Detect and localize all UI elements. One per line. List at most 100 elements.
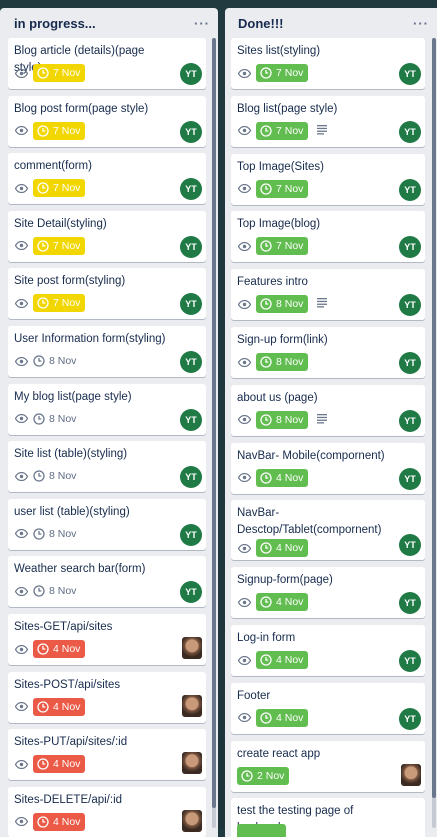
due-date-badge[interactable]: 7 Nov (33, 236, 86, 255)
card[interactable]: NavBar-Desctop/Tablet(compornent) 4 Nov YT (231, 500, 425, 561)
card[interactable]: test the testing page of backend (231, 798, 425, 837)
avatar[interactable]: YT (399, 352, 421, 374)
card[interactable]: about us (page) 8 Nov YT (231, 384, 425, 436)
list-header[interactable]: Done!!! ··· (225, 8, 437, 38)
card[interactable]: Site Detail(styling) 7 Nov YT (8, 210, 206, 262)
due-date-badge[interactable]: 8 Nov (256, 353, 309, 371)
due-date-badge[interactable]: 7 Nov (33, 294, 86, 313)
avatar-photo[interactable] (182, 637, 202, 659)
card[interactable]: user list (table)(styling) 8 Nov YT (8, 498, 206, 550)
due-date-badge[interactable]: 8 Nov (33, 410, 81, 428)
list-title[interactable]: Done!!! (238, 16, 284, 31)
card-badges: 8 Nov (14, 467, 87, 485)
due-date-badge[interactable]: 4 Nov (256, 593, 309, 612)
avatar[interactable]: YT (180, 235, 202, 258)
due-date-badge[interactable]: 7 Nov (256, 237, 309, 256)
card[interactable]: Signup-form(page) 4 Nov YT (231, 567, 425, 619)
card[interactable]: Site post form(styling) 7 Nov YT (8, 268, 206, 320)
due-date-badge[interactable]: 4 Nov (33, 697, 86, 716)
due-date-badge[interactable]: 8 Nov (33, 582, 81, 600)
avatar[interactable]: YT (399, 120, 421, 143)
due-date-badge[interactable]: 8 Nov (33, 525, 81, 543)
card[interactable]: Footer 4 Nov YT (231, 682, 425, 734)
card[interactable]: User Information form(styling) 8 Nov YT (8, 326, 206, 377)
card[interactable]: Blog post form(page style) 7 Nov YT (8, 95, 206, 147)
card[interactable]: Sites-GET/api/sites 4 Nov (8, 614, 206, 665)
avatar[interactable]: YT (399, 409, 421, 432)
avatar[interactable]: YT (180, 466, 202, 489)
avatar[interactable]: YT (399, 592, 421, 615)
avatar[interactable]: YT (180, 178, 202, 201)
avatar[interactable]: YT (180, 351, 202, 373)
card[interactable]: comment(form) 7 Nov YT (8, 153, 206, 205)
avatar-photo[interactable] (182, 694, 202, 717)
card[interactable]: Features intro 8 Nov YT (231, 269, 425, 321)
list-title[interactable]: in progress... (14, 16, 96, 31)
card-badges (237, 824, 292, 837)
avatar[interactable]: YT (399, 707, 421, 730)
list-in-progress: in progress... ··· Blog article (details… (0, 8, 218, 837)
avatar-photo[interactable] (182, 752, 202, 775)
more-icon[interactable]: ··· (194, 16, 210, 31)
avatar[interactable]: YT (399, 236, 421, 259)
avatar[interactable]: YT (399, 534, 421, 557)
due-date-badge[interactable]: 8 Nov (33, 467, 81, 485)
avatar[interactable]: YT (180, 63, 202, 85)
due-date-badge[interactable]: 7 Nov (33, 64, 86, 82)
due-date-badge[interactable]: 8 Nov (256, 295, 309, 314)
card-badges: 8 Nov (237, 410, 328, 429)
avatar[interactable]: YT (180, 293, 202, 316)
eye-icon (14, 352, 28, 370)
due-date-label: 8 Nov (276, 413, 304, 426)
card[interactable]: Blog list(page style) 7 Nov YT (231, 95, 425, 147)
list-header[interactable]: in progress... ··· (0, 8, 218, 38)
avatar[interactable]: YT (180, 120, 202, 143)
avatar[interactable]: YT (180, 581, 202, 604)
due-date-badge[interactable]: 7 Nov (256, 121, 309, 140)
card[interactable]: Top Image(Sites) 7 Nov YT (231, 153, 425, 205)
avatar[interactable]: YT (180, 523, 202, 546)
card[interactable]: NavBar- Mobile(compornent) 4 Nov YT (231, 442, 425, 494)
avatar[interactable]: YT (399, 650, 421, 672)
due-date-badge[interactable]: 4 Nov (256, 708, 309, 727)
due-date-badge[interactable]: 4 Nov (33, 640, 86, 658)
due-date-badge[interactable]: 7 Nov (256, 64, 309, 82)
due-date-badge[interactable]: 7 Nov (256, 179, 309, 198)
due-date-badge[interactable] (237, 824, 286, 837)
due-date-badge[interactable]: 4 Nov (256, 468, 309, 487)
due-date-badge[interactable]: 8 Nov (256, 410, 309, 429)
avatar-photo[interactable] (182, 809, 202, 832)
due-date-badge[interactable]: 4 Nov (33, 812, 86, 831)
avatar[interactable]: YT (399, 63, 421, 85)
due-date-badge[interactable]: 4 Nov (256, 651, 309, 669)
due-date-label: 4 Nov (276, 596, 304, 609)
avatar[interactable]: YT (180, 408, 202, 431)
card[interactable]: Sign-up form(link) 8 Nov YT (231, 327, 425, 378)
card[interactable]: Top Image(blog) 7 Nov YT (231, 211, 425, 263)
card[interactable]: Blog article (details)(page style) 7 Nov Y… (8, 38, 206, 89)
card[interactable]: Sites-PUT/api/sites/:id 4 Nov (8, 729, 206, 781)
due-date-badge[interactable]: 7 Nov (33, 179, 86, 198)
avatar[interactable]: YT (399, 467, 421, 490)
due-date-badge[interactable]: 8 Nov (33, 352, 81, 370)
eye-icon (14, 640, 28, 658)
due-date-badge[interactable]: 4 Nov (33, 755, 86, 774)
due-date-badge[interactable]: 2 Nov (237, 766, 290, 785)
avatar[interactable]: YT (399, 294, 421, 317)
more-icon[interactable]: ··· (413, 16, 429, 31)
card[interactable]: Site list (table)(styling) 8 Nov YT (8, 441, 206, 493)
avatar[interactable]: YT (399, 178, 421, 201)
due-date-badge[interactable]: 7 Nov (33, 121, 86, 140)
card[interactable]: Sites list(styling) 7 Nov YT (231, 38, 425, 89)
due-date-badge[interactable]: 4 Nov (256, 539, 309, 558)
avatar-photo[interactable] (401, 763, 421, 786)
card[interactable]: Weather search bar(form) 8 Nov YT (8, 556, 206, 608)
card[interactable]: create react app 2 Nov (231, 740, 425, 792)
card[interactable]: Sites-DELETE/api/:id 4 Nov (8, 786, 206, 837)
card[interactable]: My blog list(page style) 8 Nov YT (8, 383, 206, 435)
card[interactable]: Sites-POST/api/sites 4 Nov (8, 671, 206, 723)
card-badges: 4 Nov (237, 468, 314, 487)
list-scrollbar[interactable] (212, 38, 216, 828)
list-scrollbar[interactable] (432, 38, 436, 828)
card[interactable]: Log-in form 4 Nov YT (231, 625, 425, 676)
